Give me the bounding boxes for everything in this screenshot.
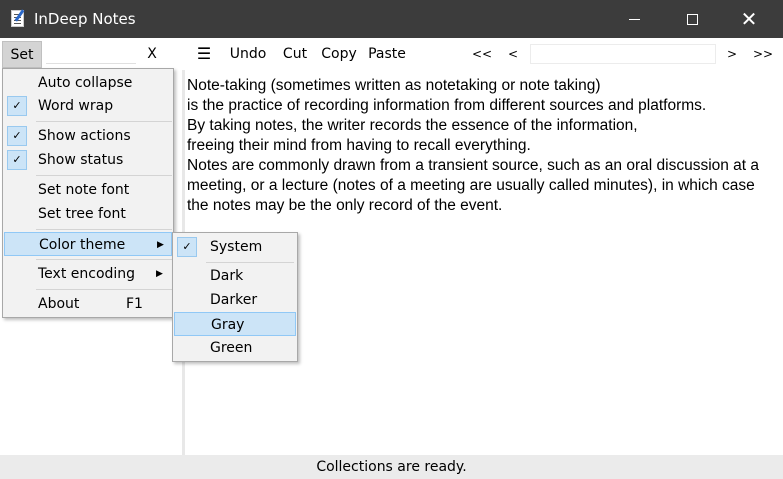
status-bar: Collections are ready. (0, 455, 783, 479)
menu-separator (36, 175, 172, 176)
settings-button[interactable]: Set (2, 41, 42, 68)
menu-separator (36, 259, 172, 260)
note-line: is the practice of recording information… (187, 97, 707, 114)
color-theme-submenu: ✓ System Dark Darker Gray Green (172, 232, 298, 362)
submenu-arrow-icon: ▶ (156, 269, 163, 279)
copy-button[interactable]: Copy (320, 43, 358, 65)
submenu-arrow-icon: ▶ (157, 240, 164, 250)
minimize-button[interactable] (608, 0, 660, 38)
maximize-button[interactable] (666, 0, 718, 38)
theme-item-green[interactable]: Green (174, 336, 296, 360)
note-line: freeing their mind from having to recall… (187, 137, 531, 154)
hamburger-menu-icon[interactable]: ☰ (195, 43, 213, 65)
menu-item-about[interactable]: About F1 (4, 292, 172, 316)
close-icon: ✕ (740, 7, 758, 31)
note-line: Notes are commonly drawn from a transien… (187, 157, 760, 174)
previous-match-button[interactable]: < (507, 43, 519, 65)
note-line: the notes may be the only record of the … (187, 197, 503, 214)
menu-separator (36, 229, 172, 230)
note-editor[interactable]: Note-taking (sometimes written as noteta… (187, 76, 777, 216)
checkmark-icon: ✓ (7, 150, 27, 170)
undo-button[interactable]: Undo (229, 43, 267, 65)
menu-item-word-wrap[interactable]: ✓ Word wrap (4, 94, 172, 118)
note-line: Note-taking (sometimes written as noteta… (187, 77, 601, 94)
menu-separator (36, 289, 172, 290)
note-search-input[interactable] (530, 44, 716, 64)
menu-item-set-note-font[interactable]: Set note font (4, 178, 172, 202)
clear-search-button[interactable]: X (144, 43, 160, 65)
menu-item-set-tree-font[interactable]: Set tree font (4, 202, 172, 226)
theme-item-gray[interactable]: Gray (174, 312, 296, 336)
menu-separator (206, 262, 294, 263)
note-line: By taking notes, the writer records the … (187, 117, 638, 134)
theme-item-darker[interactable]: Darker (174, 288, 296, 312)
window-title: InDeep Notes (34, 10, 136, 28)
toolbar: Set X ☰ Undo Cut Copy Paste << < > >> (0, 38, 783, 70)
menu-item-show-status[interactable]: ✓ Show status (4, 148, 172, 172)
notepad-icon (11, 10, 24, 27)
settings-menu: Auto collapse ✓ Word wrap ✓ Show actions… (2, 68, 174, 318)
paste-button[interactable]: Paste (368, 43, 406, 65)
maximize-icon (686, 13, 698, 25)
next-match-button[interactable]: > (726, 43, 738, 65)
close-button[interactable]: ✕ (723, 0, 775, 38)
note-line: meeting, or a lecture (notes of a meetin… (187, 177, 755, 194)
menu-item-text-encoding[interactable]: Text encoding ▶ (4, 262, 172, 286)
tree-search-input[interactable] (46, 44, 136, 64)
checkmark-icon: ✓ (177, 237, 197, 257)
menu-item-auto-collapse[interactable]: Auto collapse (4, 71, 172, 95)
checkmark-icon: ✓ (7, 126, 27, 146)
cut-button[interactable]: Cut (281, 43, 309, 65)
first-match-button[interactable]: << (470, 43, 494, 65)
shortcut-label: F1 (126, 296, 143, 312)
theme-item-system[interactable]: ✓ System (174, 235, 296, 259)
theme-item-dark[interactable]: Dark (174, 264, 296, 288)
menu-item-show-actions[interactable]: ✓ Show actions (4, 124, 172, 148)
minimize-icon (628, 18, 640, 20)
checkmark-icon: ✓ (7, 96, 27, 116)
last-match-button[interactable]: >> (751, 43, 775, 65)
menu-separator (36, 121, 172, 122)
title-bar: InDeep Notes ✕ (0, 0, 783, 38)
menu-item-color-theme[interactable]: Color theme ▶ (4, 232, 172, 256)
